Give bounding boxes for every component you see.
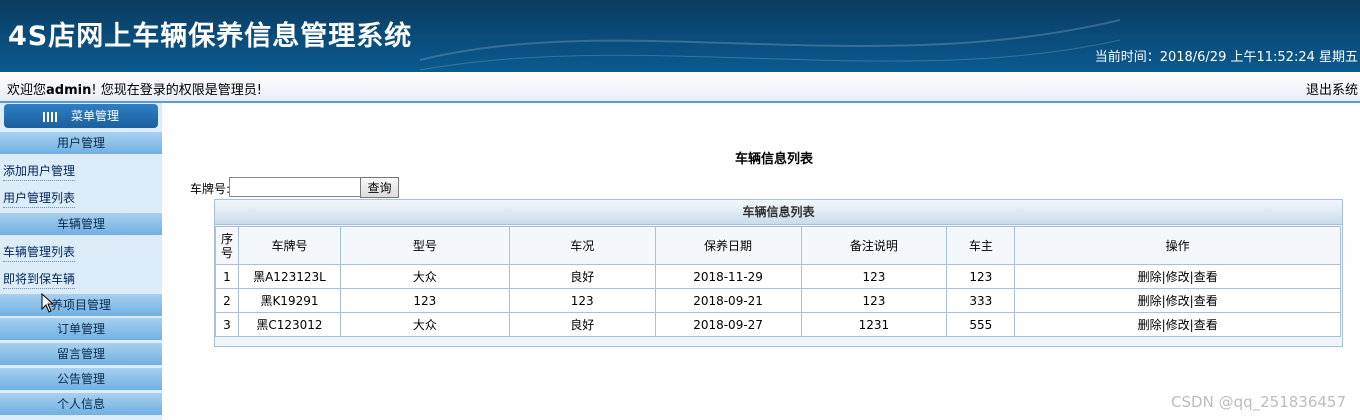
cell-date: 2018-11-29 xyxy=(654,264,802,289)
welcome-suffix: ! 您现在登录的权限是管理员! xyxy=(91,83,262,98)
logout-link[interactable]: 退出系统 xyxy=(1306,79,1358,98)
view-link[interactable]: 查看 xyxy=(1194,318,1218,332)
menu-title: 菜单管理 xyxy=(70,109,119,123)
sidebar-section-personal[interactable]: 个人信息 xyxy=(0,393,162,415)
cell-condition: 良好 xyxy=(508,312,656,337)
vehicle-list-caption: 车辆信息列表 xyxy=(215,200,1342,225)
edit-link[interactable]: 修改 xyxy=(1166,318,1190,332)
edit-link[interactable]: 修改 xyxy=(1166,270,1190,284)
cell-no: 3 xyxy=(215,312,239,337)
plate-search-label: 车牌号: xyxy=(190,182,231,196)
delete-link[interactable]: 删除 xyxy=(1138,270,1162,284)
sidebar-section-notice[interactable]: 公告管理 xyxy=(0,368,162,390)
cell-owner: 123 xyxy=(946,264,1016,289)
table-row: 1 黑A123123L 大众 良好 2018-11-29 123 123 删除|… xyxy=(215,264,1341,289)
watermark: CSDN @qq_251836457 xyxy=(1171,393,1346,411)
cell-owner: 555 xyxy=(946,312,1016,337)
welcome-message: 欢迎您admin! 您现在登录的权限是管理员! xyxy=(7,79,262,98)
column-header-owner: 车主 xyxy=(946,226,1016,265)
sidebar-item-user-list[interactable]: 用户管理列表 xyxy=(3,189,76,208)
table-row: 2 黑K19291 123 123 2018-09-21 123 333 删除|… xyxy=(215,288,1341,313)
edit-link[interactable]: 修改 xyxy=(1166,294,1190,308)
cell-model: 123 xyxy=(339,288,510,313)
cell-condition: 123 xyxy=(508,288,656,313)
vehicle-table: 序号 车牌号 型号 车况 保养日期 备注说明 车主 操作 1 黑A123123L… xyxy=(215,226,1341,337)
page-title: 车辆信息列表 xyxy=(735,152,814,167)
vehicle-list-panel: 车辆信息列表 序号 车牌号 型号 车况 保养日期 备注说明 车主 操作 1 黑A… xyxy=(214,199,1343,347)
menu-header: 菜单管理 xyxy=(4,104,158,128)
cell-note: 1231 xyxy=(800,312,948,337)
sidebar-section-user[interactable]: 用户管理 xyxy=(0,132,162,154)
sidebar-item-add-user[interactable]: 添加用户管理 xyxy=(3,162,76,181)
search-button[interactable]: 查询 xyxy=(360,177,399,198)
column-header-condition: 车况 xyxy=(508,226,656,265)
cell-condition: 良好 xyxy=(508,264,656,289)
cell-actions: 删除|修改|查看 xyxy=(1014,264,1341,289)
mouse-cursor-icon xyxy=(41,293,55,313)
column-header-actions: 操作 xyxy=(1014,226,1341,265)
cell-model: 大众 xyxy=(339,264,510,289)
sidebar-section-message[interactable]: 留言管理 xyxy=(0,343,162,365)
app-title: 4S店网上车辆保养信息管理系统 xyxy=(8,21,413,52)
column-header: 序号 xyxy=(215,226,239,265)
grid-icon xyxy=(42,111,57,122)
table-row: 3 黑C123012 大众 良好 2018-09-27 1231 555 删除|… xyxy=(215,312,1341,337)
cell-plate: 黑C123012 xyxy=(237,312,341,337)
column-header-date: 保养日期 xyxy=(654,226,802,265)
cell-owner: 333 xyxy=(946,288,1016,313)
cell-actions: 删除|修改|查看 xyxy=(1014,312,1341,337)
cell-note: 123 xyxy=(800,264,948,289)
cell-date: 2018-09-27 xyxy=(654,312,802,337)
sidebar-section-maintenance[interactable]: 养项目管理 xyxy=(0,294,162,316)
cell-date: 2018-09-21 xyxy=(654,288,802,313)
column-header-plate: 车牌号 xyxy=(237,226,341,265)
column-header-note: 备注说明 xyxy=(800,226,948,265)
column-header-model: 型号 xyxy=(339,226,510,265)
sidebar: 菜单管理 用户管理 添加用户管理 用户管理列表 车辆管理 车辆管理列表 即将到保… xyxy=(0,103,162,420)
sidebar-section-order[interactable]: 订单管理 xyxy=(0,318,162,340)
app-header: 4S店网上车辆保养信息管理系统 当前时间：2018/6/29 上午11:52:2… xyxy=(0,0,1360,72)
column-header-no: 序号 xyxy=(220,231,233,260)
table-header-row: 序号 车牌号 型号 车况 保养日期 备注说明 车主 操作 xyxy=(215,226,1341,265)
delete-link[interactable]: 删除 xyxy=(1138,294,1162,308)
plate-search-input[interactable] xyxy=(229,177,361,197)
sidebar-item-due-vehicles[interactable]: 即将到保车辆 xyxy=(3,270,76,289)
cell-plate: 黑A123123L xyxy=(237,264,341,289)
cell-no: 1 xyxy=(215,264,239,289)
cell-plate: 黑K19291 xyxy=(237,288,341,313)
welcome-prefix: 欢迎您 xyxy=(7,83,47,98)
sidebar-section-vehicle[interactable]: 车辆管理 xyxy=(0,213,162,235)
view-link[interactable]: 查看 xyxy=(1194,270,1218,284)
delete-link[interactable]: 删除 xyxy=(1138,318,1162,332)
cell-model: 大众 xyxy=(339,312,510,337)
view-link[interactable]: 查看 xyxy=(1194,294,1218,308)
welcome-username: admin xyxy=(46,83,92,98)
cell-no: 2 xyxy=(215,288,239,313)
current-time: 当前时间：2018/6/29 上午11:52:24 星期五 xyxy=(1094,50,1358,65)
cell-note: 123 xyxy=(800,288,948,313)
cell-actions: 删除|修改|查看 xyxy=(1014,288,1341,313)
header-decoration xyxy=(420,19,1120,71)
welcome-bar: 欢迎您admin! 您现在登录的权限是管理员! 退出系统 xyxy=(0,72,1360,103)
sidebar-item-vehicle-list[interactable]: 车辆管理列表 xyxy=(3,243,76,262)
